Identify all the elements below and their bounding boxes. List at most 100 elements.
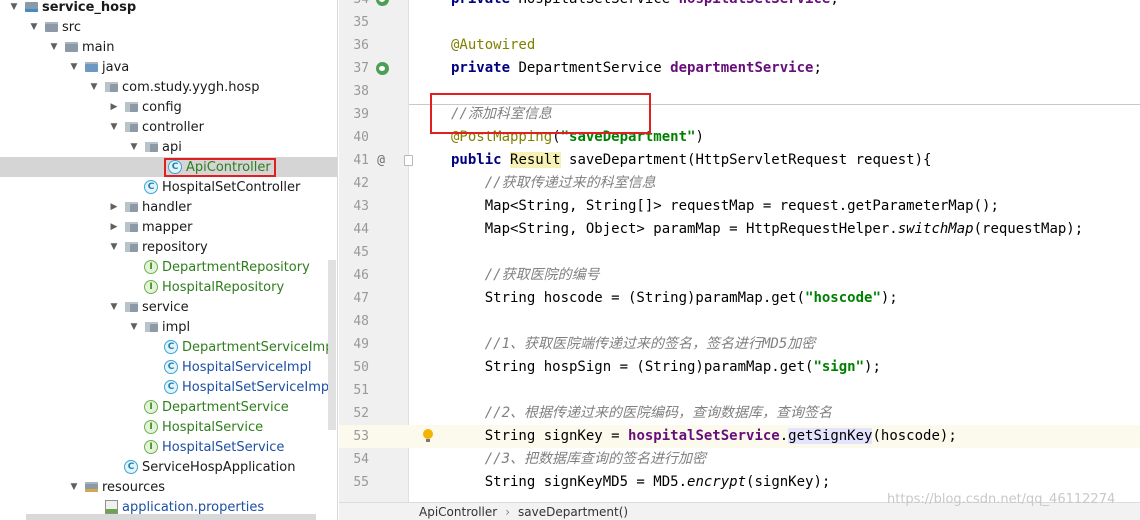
tree-item[interactable]: I HospitalSetService <box>0 437 337 457</box>
code-line[interactable]: 34 private HospitalSetService hospitalSet… <box>339 0 1140 11</box>
tree-item[interactable]: ▶ mapper <box>0 217 337 237</box>
code-line[interactable]: 51 <box>339 379 1140 402</box>
code-line[interactable]: 55 String signKeyMD5 = MD5.encrypt(signK… <box>339 471 1140 494</box>
chevron-down-icon[interactable]: ▼ <box>128 317 140 337</box>
tree-item-label: ServiceHospApplication <box>142 459 296 475</box>
tree-item[interactable]: ▼ controller <box>0 117 337 137</box>
tree-item[interactable]: ▶ handler <box>0 197 337 217</box>
code-token: @Autowired <box>451 37 536 53</box>
code-token: private <box>451 60 519 76</box>
tree-item[interactable]: C HospitalSetServiceImpl <box>0 377 337 397</box>
tree-item[interactable]: I DepartmentRepository <box>0 257 337 277</box>
tree-item[interactable]: C HospitalServiceImpl <box>0 357 337 377</box>
code-text: String hospSign = (String)paramMap.get("… <box>451 356 881 379</box>
code-line[interactable]: 37 private DepartmentService departmentSe… <box>339 57 1140 80</box>
code-line[interactable]: 49 //1、获取医院端传递过来的签名，签名进行MD5加密 <box>339 333 1140 356</box>
tree-item[interactable]: C ApiController <box>0 157 337 177</box>
tree-item[interactable]: C HospitalSetController <box>0 177 337 197</box>
code-token: HospitalSetService <box>518 0 678 7</box>
package-icon <box>124 120 138 134</box>
chevron-down-icon[interactable]: ▼ <box>28 17 40 37</box>
chevron-down-icon[interactable]: ▼ <box>8 0 20 17</box>
code-line[interactable]: 35 <box>339 11 1140 34</box>
chevron-down-icon[interactable]: ▼ <box>88 77 100 97</box>
code-line[interactable]: 42 //获取传递过来的科室信息 <box>339 172 1140 195</box>
tree-item-label: resources <box>102 479 166 495</box>
code-token: ; <box>830 0 838 7</box>
code-line[interactable]: 50 String hospSign = (String)paramMap.ge… <box>339 356 1140 379</box>
code-line[interactable]: 46 //获取医院的编号 <box>339 264 1140 287</box>
tree-item[interactable]: ▼ src <box>0 17 337 37</box>
code-token: private <box>451 0 518 7</box>
override-at-icon[interactable]: @ <box>373 149 389 172</box>
tree-item[interactable]: ▼ impl <box>0 317 337 337</box>
interface-icon: I <box>144 260 158 274</box>
lightbulb-icon[interactable] <box>423 429 433 442</box>
code-line[interactable]: 44 Map<String, Object> paramMap = HttpRe… <box>339 218 1140 241</box>
breadcrumb-class[interactable]: ApiController <box>419 505 497 519</box>
code-token: String signKey = <box>451 428 629 444</box>
module-folder-icon <box>24 0 38 14</box>
tree-item[interactable]: ▼ resources <box>0 477 337 497</box>
tree-horizontal-scrollbar[interactable] <box>26 514 316 520</box>
chevron-down-icon[interactable]: ▼ <box>68 57 80 77</box>
fold-icon[interactable] <box>404 155 413 166</box>
chevron-down-icon[interactable]: ▼ <box>108 117 120 137</box>
breadcrumb-method[interactable]: saveDepartment() <box>518 505 628 519</box>
chevron-down-icon[interactable]: ▼ <box>128 137 140 157</box>
chevron-down-icon[interactable]: ▼ <box>48 37 60 57</box>
tree-item-label: HospitalRepository <box>162 279 285 295</box>
code-line[interactable]: 47 String hoscode = (String)paramMap.get… <box>339 287 1140 310</box>
chevron-right-icon[interactable]: ▶ <box>108 217 120 237</box>
tree-item[interactable]: ▼ repository <box>0 237 337 257</box>
tree-item[interactable]: ▼ service <box>0 297 337 317</box>
tree-item-label: HospitalServiceImpl <box>182 359 312 375</box>
resources-folder-icon <box>84 480 98 494</box>
chevron-down-icon[interactable]: ▼ <box>108 237 120 257</box>
code-editor[interactable]: 34 private HospitalSetService hospitalSet… <box>339 0 1140 520</box>
tree-item-label: controller <box>142 119 205 135</box>
class-icon: C <box>144 180 158 194</box>
tree-item[interactable]: I DepartmentService <box>0 397 337 417</box>
class-icon: C <box>164 360 178 374</box>
chevron-down-icon[interactable]: ▼ <box>108 297 120 317</box>
chevron-right-icon[interactable]: ▶ <box>108 197 120 217</box>
code-line[interactable]: 48 <box>339 310 1140 333</box>
tree-item[interactable]: I HospitalRepository <box>0 277 337 297</box>
code-line[interactable]: 36 @Autowired <box>339 34 1140 57</box>
tree-item[interactable]: ▶ config <box>0 97 337 117</box>
code-line[interactable]: 53 String signKey = hospitalSetService.g… <box>339 425 1140 448</box>
code-text: //2、根据传递过来的医院编码，查询数据库，查询签名 <box>451 402 832 425</box>
code-line[interactable]: 45 <box>339 241 1140 264</box>
tree-item[interactable]: ▼ main <box>0 37 337 57</box>
tree-item[interactable]: ▼ java <box>0 57 337 77</box>
tree-item[interactable]: I HospitalService <box>0 417 337 437</box>
tree-item-label: java <box>102 59 130 75</box>
line-number: 42 <box>353 176 369 191</box>
tree-item[interactable]: ▼ com.study.yygh.hosp <box>0 77 337 97</box>
tree-item[interactable]: ▼ service_hosp <box>0 0 337 17</box>
package-icon <box>104 80 118 94</box>
tree-item[interactable]: ▼ api <box>0 137 337 157</box>
code-line[interactable]: 41 @ public Result saveDepartment(HttpServ… <box>339 149 1140 172</box>
implemented-icon[interactable] <box>376 0 389 6</box>
code-token: saveDepartment(HttpServletRequest reques… <box>560 152 932 168</box>
chevron-down-icon[interactable]: ▼ <box>68 477 80 497</box>
code-line[interactable]: 52 //2、根据传递过来的医院编码，查询数据库，查询签名 <box>339 402 1140 425</box>
line-number: 55 <box>353 475 369 490</box>
package-icon <box>124 300 138 314</box>
tree-item[interactable]: C DepartmentServiceImpl <box>0 337 337 357</box>
implemented-icon[interactable] <box>376 62 389 75</box>
code-token: String hoscode = (String)paramMap.get( <box>451 290 806 306</box>
code-line[interactable]: 54 //3、把数据库查询的签名进行加密 <box>339 448 1140 471</box>
code-text: @Autowired <box>451 34 535 57</box>
tree-vertical-scrollbar[interactable] <box>328 260 336 430</box>
chevron-right-icon[interactable]: ▶ <box>108 97 120 117</box>
project-tree[interactable]: ▼ service_hosp ▼ src ▼ main ▼ java ▼ com.study.yy… <box>0 0 338 520</box>
code-line[interactable]: 43 Map<String, String[]> requestMap = re… <box>339 195 1140 218</box>
line-number: 44 <box>353 222 369 237</box>
tree-item[interactable]: C ServiceHospApplication <box>0 457 337 477</box>
line-number: 54 <box>353 452 369 467</box>
